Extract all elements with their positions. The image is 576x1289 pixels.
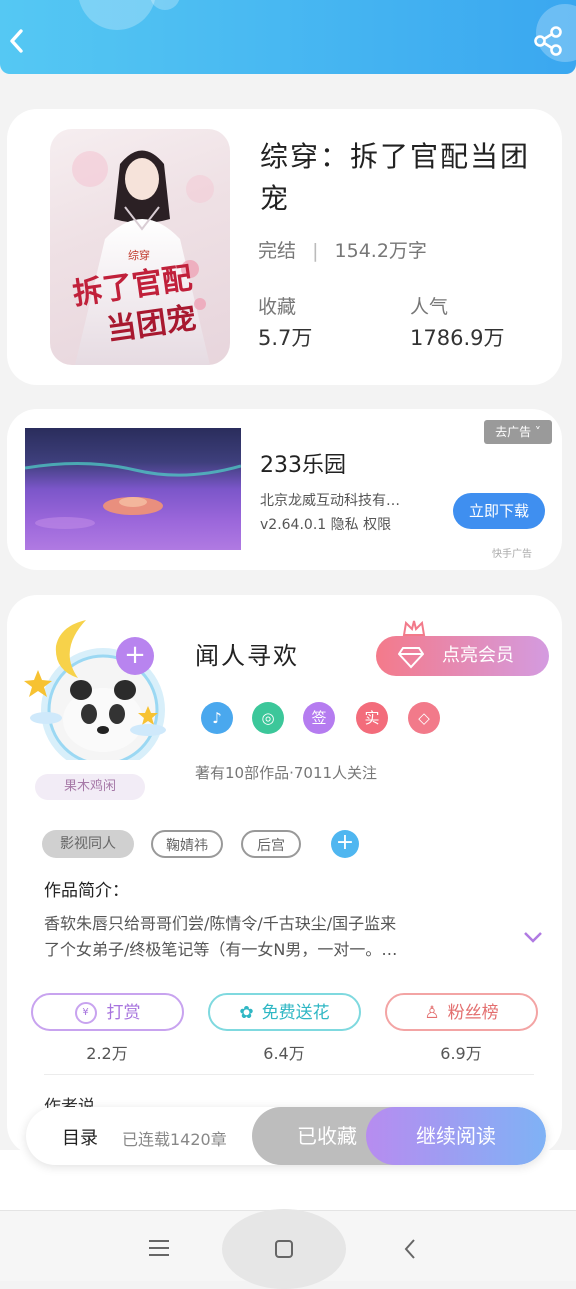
stat-value-popularity: 1786.9万: [410, 326, 505, 350]
continue-reading-button[interactable]: 继续阅读: [366, 1107, 546, 1165]
home-icon[interactable]: [274, 1239, 294, 1259]
fan-ranking-label: 粉丝榜: [447, 1003, 499, 1023]
author-name: 闻人寻欢: [195, 642, 299, 670]
system-nav-bar: [0, 1209, 576, 1289]
app-header: [0, 0, 576, 74]
share-icon[interactable]: [532, 26, 564, 56]
avatar[interactable]: [18, 610, 168, 772]
badge-verified[interactable]: 实: [356, 702, 388, 734]
send-flower-label: 免费送花: [261, 1003, 330, 1023]
fan-ranking-button[interactable]: ♙ 粉丝榜: [385, 993, 538, 1031]
crown-icon: [402, 618, 426, 638]
badge-chat-icon[interactable]: ◎: [252, 702, 284, 734]
catalog-button[interactable]: 目录: [62, 1124, 98, 1150]
diamond-icon: [397, 644, 425, 669]
badge-music-icon[interactable]: ♪: [201, 702, 233, 734]
ad-close-label: 去广告: [495, 425, 532, 439]
book-meta: 完结 | 154.2万字: [258, 236, 427, 263]
flower-count: 6.4万: [263, 1044, 305, 1063]
send-flower-button[interactable]: ✿ 免费送花: [208, 993, 361, 1031]
follow-plus-icon[interactable]: +: [116, 637, 154, 675]
intro-line-2: 了个女弟子/终极笔记等（有一女N男，一对一。…: [44, 940, 398, 959]
meta-separator: |: [312, 240, 319, 262]
reward-button[interactable]: ¥ 打赏: [31, 993, 184, 1031]
reward-label: 打赏: [106, 1003, 141, 1023]
tag-film-fanfic[interactable]: 影视同人: [42, 830, 134, 858]
author-works-info: 著有10部作品·7011人关注: [195, 764, 378, 782]
divider: [44, 1074, 534, 1075]
tag-actress[interactable]: 鞠婧祎: [151, 830, 223, 858]
badge-signed[interactable]: 签: [303, 702, 335, 734]
book-status: 完结: [258, 240, 297, 262]
stat-label-popularity: 人气: [410, 296, 449, 318]
user-icon: ♙: [424, 1003, 440, 1023]
read-bar: 目录 已连载1420章 已收藏 继续阅读: [26, 1107, 546, 1165]
book-cover[interactable]: 综穿 拆了官配 当团宠: [50, 129, 230, 365]
vip-button-label: 点亮会员: [442, 645, 514, 666]
stat-value-collect: 5.7万: [258, 326, 313, 350]
author-says-heading: 作者说: [44, 1097, 95, 1108]
ad-version: v2.64.0.1 隐私 权限: [260, 517, 392, 533]
ad-image[interactable]: [25, 428, 241, 550]
add-tag-icon[interactable]: +: [331, 830, 359, 858]
reward-count: 2.2万: [86, 1044, 128, 1063]
chevron-down-icon: ˅: [531, 425, 541, 439]
menu-icon[interactable]: [148, 1239, 170, 1257]
ad-company: 北京龙威互动科技有…: [260, 493, 400, 509]
ad-app-name: 233乐园: [260, 453, 346, 478]
book-title: 综穿：拆了官配当团宠: [260, 140, 531, 215]
intro-label: 作品简介：: [44, 881, 129, 901]
expand-chevron-icon[interactable]: [522, 929, 544, 945]
coin-icon: ¥: [74, 1002, 97, 1024]
avatar-tag: 果木鸡闲: [35, 774, 145, 800]
book-word-count: 154.2万字: [334, 240, 427, 262]
badge-diamond-icon[interactable]: ◇: [408, 702, 440, 734]
back-arrow-icon[interactable]: [6, 26, 28, 56]
intro-line-1: 香软朱唇只给哥哥们尝/陈情令/千古玦尘/国子监来: [44, 914, 397, 933]
chapter-count: 已连载1420章: [122, 1130, 227, 1149]
back-icon[interactable]: [402, 1237, 418, 1261]
tag-harem[interactable]: 后宫: [241, 830, 301, 858]
stat-label-collect: 收藏: [258, 296, 297, 318]
ad-source: 快手广告: [492, 549, 532, 560]
ad-close-tag[interactable]: 去广告 ˅: [484, 420, 552, 444]
fan-count: 6.9万: [440, 1044, 482, 1063]
ad-download-button[interactable]: 立即下载: [453, 493, 545, 529]
flower-icon: ✿: [239, 1003, 254, 1023]
vip-button[interactable]: 点亮会员: [376, 636, 549, 676]
